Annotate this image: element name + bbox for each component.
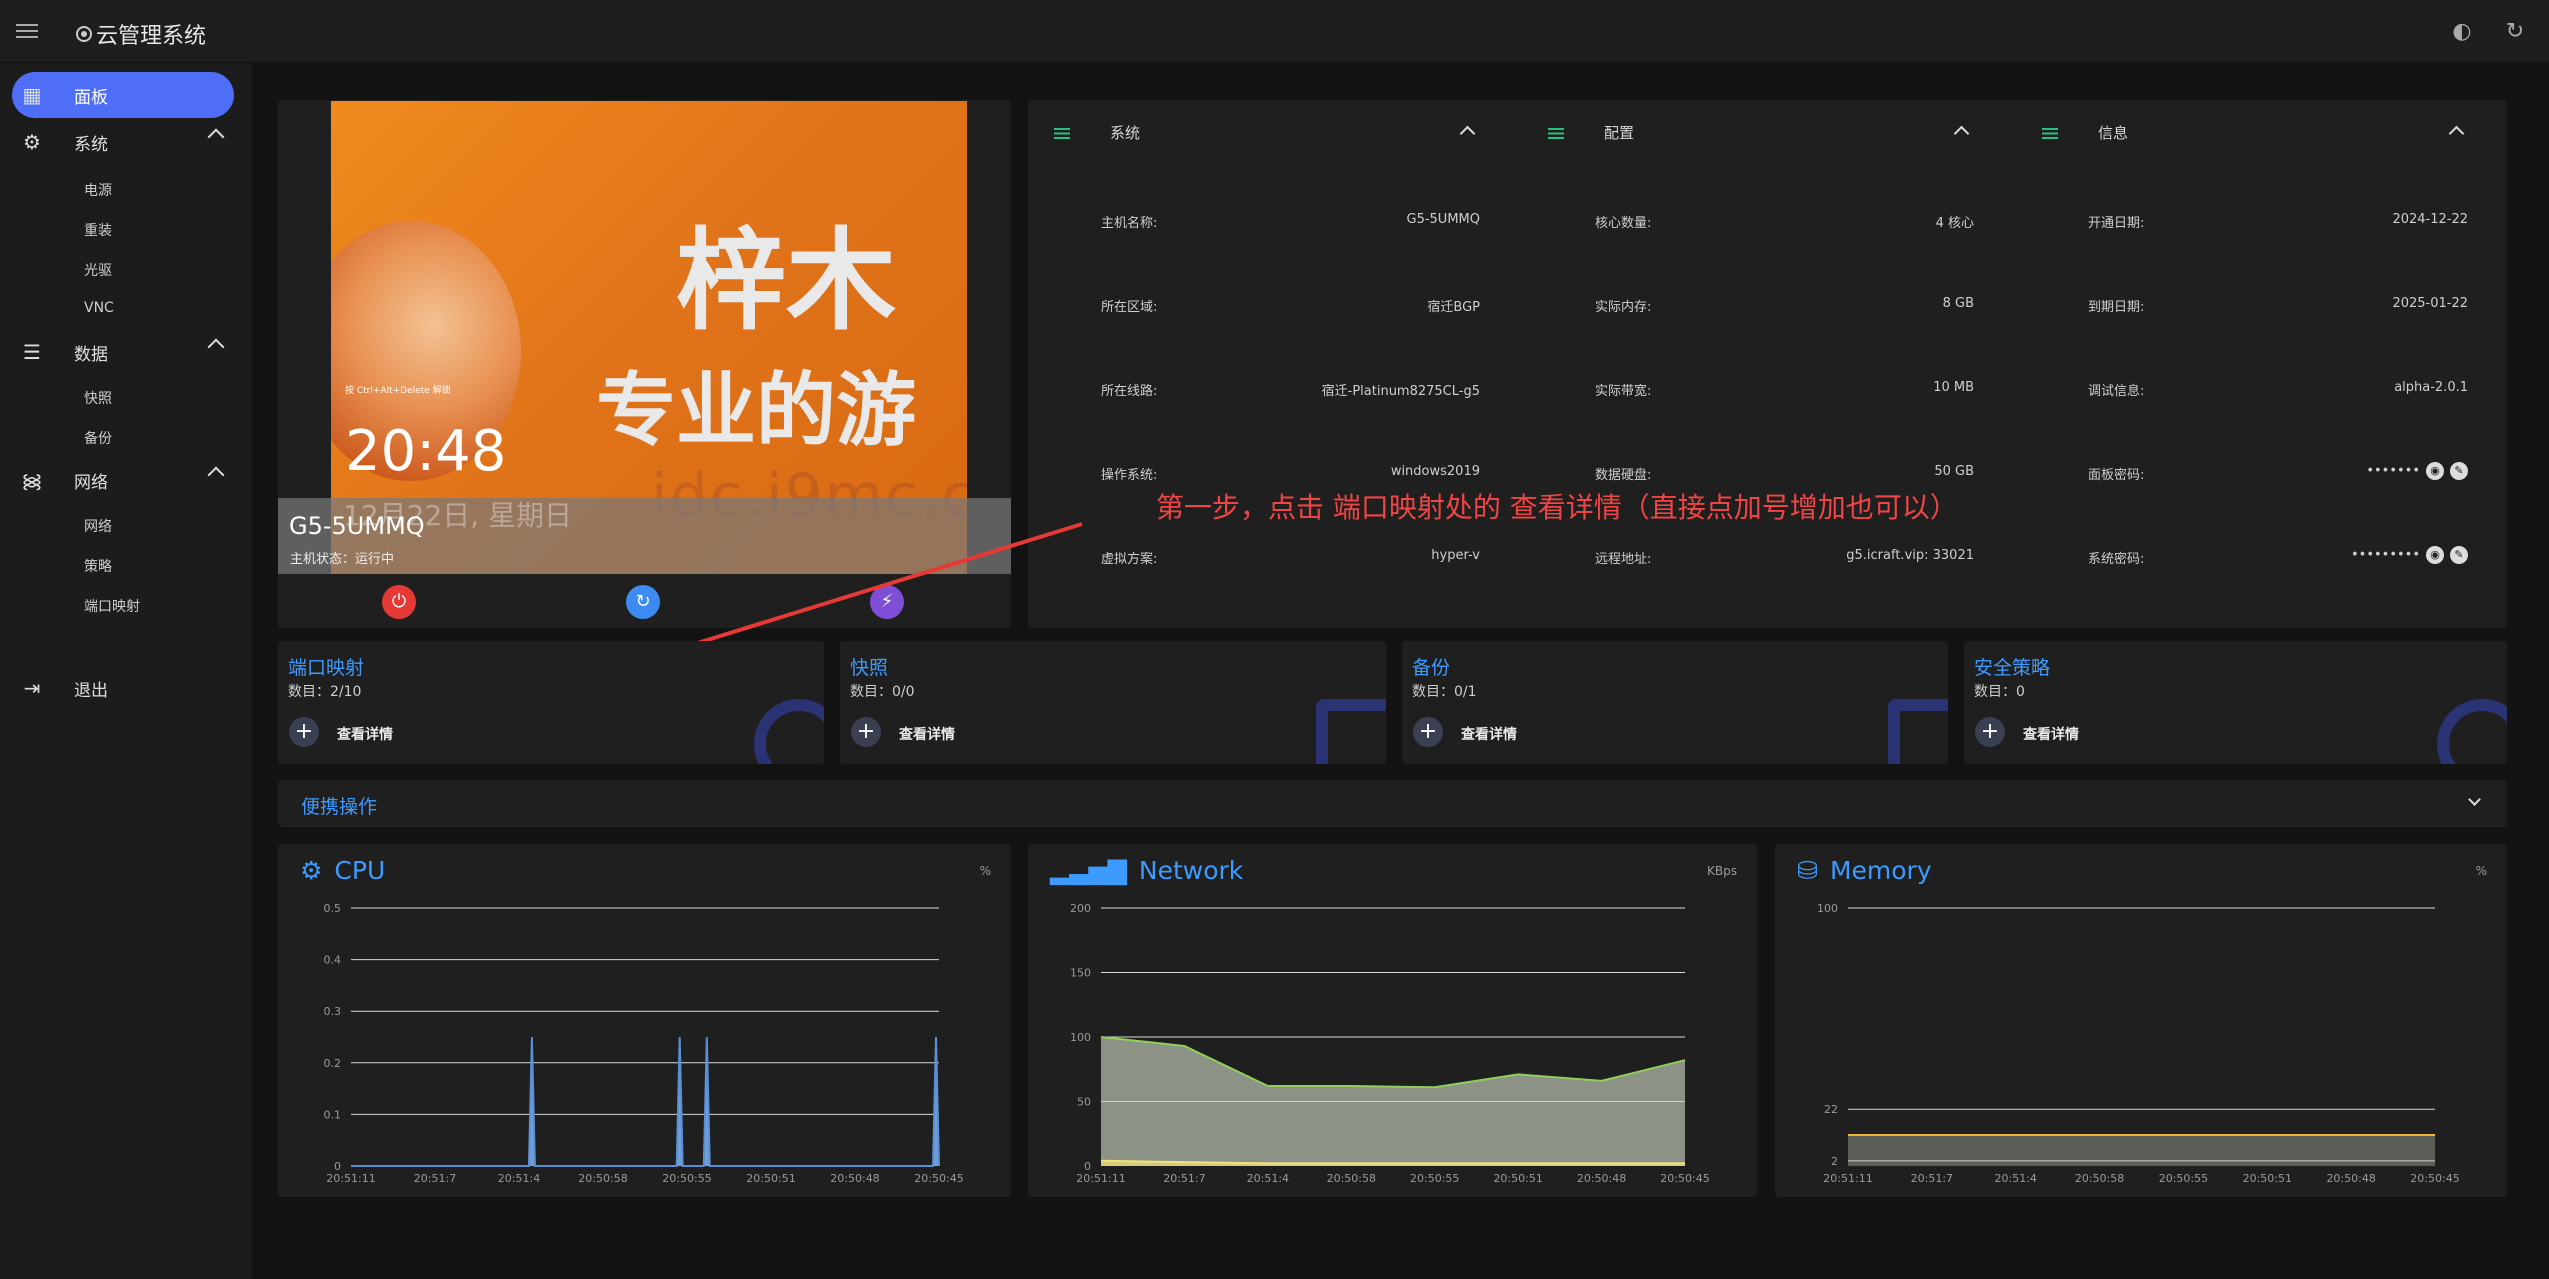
x-tick-label: 20:50:55: [1410, 1172, 1459, 1185]
y-tick-label: 0.1: [324, 1108, 342, 1121]
y-tick-label: 0.3: [324, 1005, 342, 1018]
x-tick-label: 20:50:55: [2159, 1172, 2208, 1185]
quick-actions-bar[interactable]: 便携操作: [278, 780, 2507, 827]
x-tick-label: 20:50:58: [1327, 1172, 1376, 1185]
x-tick-label: 20:50:51: [2243, 1172, 2292, 1185]
port-mapping-card: 端口映射 数目：2/10 + 查看详情: [278, 641, 824, 764]
x-tick-label: 20:50:48: [2326, 1172, 2375, 1185]
x-tick-label: 20:50:58: [2075, 1172, 2124, 1185]
y-tick-label: 100: [1070, 1031, 1091, 1044]
memory-chart: ⛁ Memory % 2 22 100 20:51:11 20:51:7 20:51:4 20…: [1775, 844, 2507, 1197]
x-tick-label: 20:51:11: [1823, 1172, 1872, 1185]
y-tick-label: 200: [1070, 902, 1091, 915]
x-tick-label: 20:50:45: [1660, 1172, 1709, 1185]
y-tick-label: 50: [1077, 1096, 1091, 1109]
network-chart: ▂▃▅▇ Network KBps 0 50 100 150 200 20:51:11 20:…: [1028, 844, 1757, 1197]
network-chart-svg: 05010015020020:51:11 20:51:7 20:51:4 20:50:…: [1070, 902, 1710, 1185]
x-tick-label: 20:50:58: [578, 1172, 627, 1185]
series-line: [351, 1036, 940, 1167]
snapshot-card: 快照 数目：0/0 + 查看详情: [840, 641, 1386, 764]
add-security-policy-button[interactable]: +: [1975, 717, 2005, 747]
x-tick-label: 20:50:51: [746, 1172, 795, 1185]
security-policy-card: 安全策略 数目：0 + 查看详情: [1964, 641, 2507, 764]
series-area: [1848, 1135, 2435, 1166]
x-tick-label: 20:51:4: [1247, 1172, 1289, 1185]
snapshot-decor-icon: [1316, 699, 1386, 764]
add-snapshot-button[interactable]: +: [851, 717, 881, 747]
backup-details-button[interactable]: 查看详情: [1461, 724, 1517, 744]
cpu-chart-svg: 00.10.20.30.40.520:51:11 20:51:7 20:51:4 20…: [324, 902, 964, 1185]
backup-card: 备份 数目：0/1 + 查看详情: [1402, 641, 1948, 764]
y-tick-label: 0.2: [324, 1057, 342, 1070]
cpu-chart: ⚙ CPU % 0 0.1 0.2 0.3 0.4 0.5 20:51:11 20:51:7 20…: [278, 844, 1011, 1197]
x-tick-label: 20:51:11: [326, 1172, 375, 1185]
y-tick-label: 100: [1817, 902, 1838, 915]
add-port-mapping-button[interactable]: +: [289, 717, 319, 747]
chevron-down-icon[interactable]: [2468, 793, 2481, 806]
y-tick-label: 2: [1831, 1155, 1838, 1168]
x-tick-label: 20:50:48: [1577, 1172, 1626, 1185]
backup-decor-icon: [1888, 699, 1948, 764]
y-tick-label: 22: [1824, 1103, 1838, 1116]
add-backup-button[interactable]: +: [1413, 717, 1443, 747]
x-tick-label: 20:50:51: [1493, 1172, 1542, 1185]
port-mapping-decor-icon: [754, 699, 824, 764]
x-tick-label: 20:50:55: [662, 1172, 711, 1185]
security-policy-details-button[interactable]: 查看详情: [2023, 724, 2079, 744]
y-tick-label: 0.5: [324, 902, 342, 915]
x-tick-label: 20:50:45: [2410, 1172, 2459, 1185]
series-area: [1101, 1037, 1685, 1166]
memory-chart-svg: 22210020:51:11 20:51:7 20:51:4 20:50:58 20:5…: [1817, 902, 2460, 1185]
series-area: [351, 1037, 939, 1166]
x-tick-label: 20:50:45: [914, 1172, 963, 1185]
x-tick-label: 20:50:48: [830, 1172, 879, 1185]
snapshot-details-button[interactable]: 查看详情: [899, 724, 955, 744]
x-tick-label: 20:51:11: [1076, 1172, 1125, 1185]
port-mapping-details-button[interactable]: 查看详情: [337, 724, 393, 744]
x-tick-label: 20:51:7: [1163, 1172, 1205, 1185]
x-tick-label: 20:51:7: [414, 1172, 456, 1185]
x-tick-label: 20:51:7: [1911, 1172, 1953, 1185]
y-tick-label: 0.4: [324, 954, 342, 967]
y-tick-label: 150: [1070, 967, 1091, 980]
x-tick-label: 20:51:4: [498, 1172, 540, 1185]
x-tick-label: 20:51:4: [1995, 1172, 2037, 1185]
security-policy-decor-icon: [2437, 699, 2507, 764]
